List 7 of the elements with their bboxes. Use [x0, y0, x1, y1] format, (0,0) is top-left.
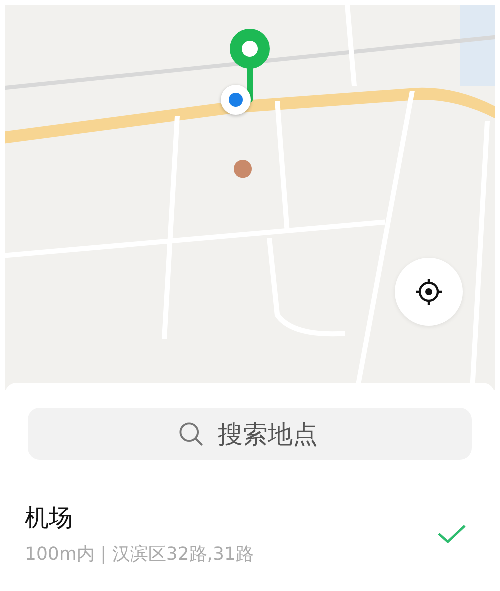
place-name: 机场 [25, 503, 74, 534]
place-item[interactable]: 机场 100m内 | 汉滨区32路,31路 [25, 502, 472, 566]
check-icon [437, 522, 467, 546]
search-field[interactable]: 搜索地点 [28, 408, 472, 460]
place-detail: 100m内 | 汉滨区32路,31路 [25, 543, 254, 566]
search-icon [178, 421, 204, 447]
target-icon [414, 277, 444, 307]
